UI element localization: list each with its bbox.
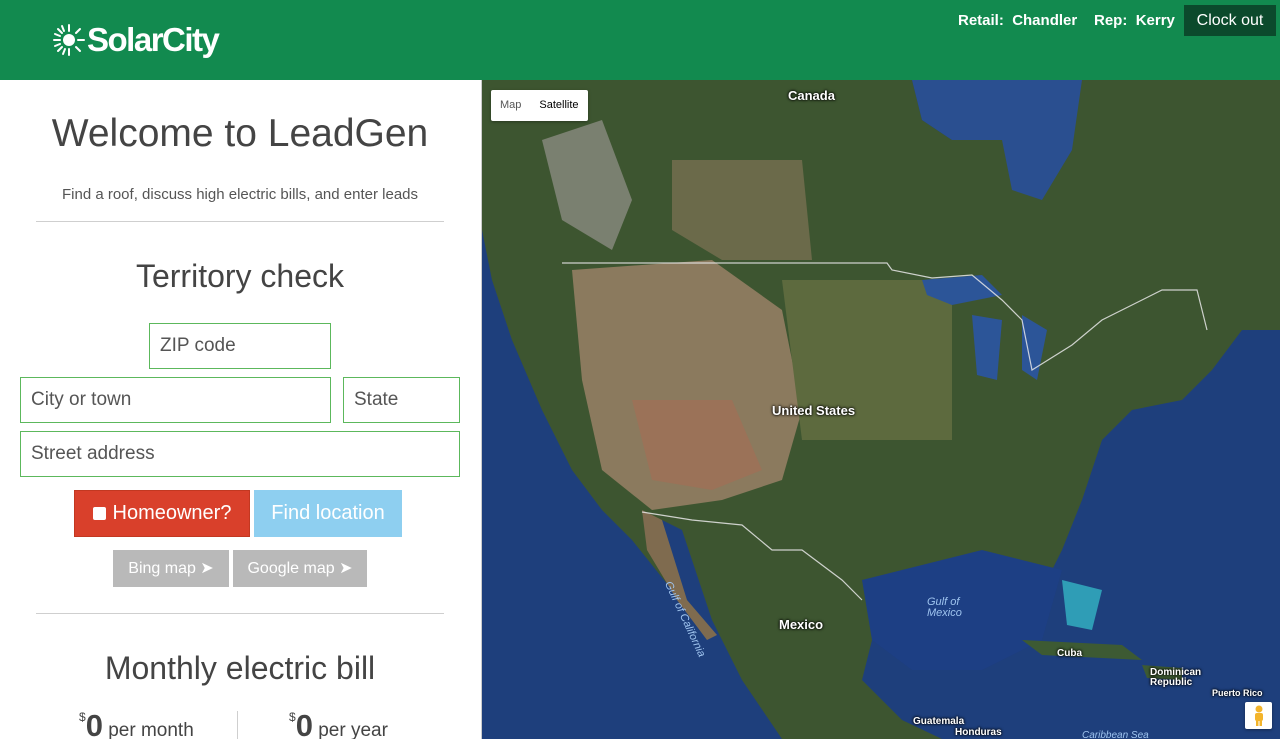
map-label-caribbean-sea: Caribbean Sea <box>1082 730 1149 739</box>
zip-code-input[interactable] <box>149 323 331 369</box>
map-label-canada: Canada <box>788 88 835 103</box>
per-month-amount: 0 <box>85 708 103 739</box>
state-input[interactable] <box>343 377 460 423</box>
map-label-cuba: Cuba <box>1057 648 1082 659</box>
sun-logo-icon <box>53 24 85 56</box>
retail-info: Retail: Chandler <box>958 12 1077 30</box>
rep-label: Rep: <box>1094 12 1128 29</box>
rep-value: Kerry <box>1135 12 1175 29</box>
per-year-label: per year <box>318 720 388 739</box>
map-label-honduras: Honduras <box>955 727 1002 738</box>
bill-separator <box>237 711 238 739</box>
currency-symbol: $ <box>79 710 86 724</box>
retail-value: Chandler <box>1012 12 1078 29</box>
currency-symbol: $ <box>289 710 296 724</box>
map-type-toggle[interactable]: Map Satellite <box>491 90 588 121</box>
per-year-value: $0 per year <box>289 708 388 739</box>
clock-out-button[interactable]: Clock out <box>1184 5 1276 36</box>
find-location-button[interactable]: Find location <box>254 490 402 537</box>
map-imagery <box>482 80 1280 739</box>
monthly-bill-title: Monthly electric bill <box>104 650 376 686</box>
per-month-value: $0 per month <box>79 708 194 739</box>
homeowner-checkbox[interactable] <box>92 507 106 520</box>
retail-label: Retail: <box>958 12 1004 29</box>
per-year-amount: 0 <box>295 708 313 739</box>
lead-form-panel: Welcome to LeadGen Find a roof, discuss … <box>0 80 480 739</box>
dominican-line2: Republic <box>1150 677 1193 688</box>
rep-info: Rep: Kerry <box>1094 12 1175 30</box>
map-view-button[interactable]: Map <box>491 90 530 121</box>
map-label-puerto-rico: Puerto Rico <box>1212 688 1263 698</box>
tagline: Find a roof, discuss high electric bills… <box>61 186 418 203</box>
map-label-dominican-republic: Dominican Republic <box>1150 668 1201 688</box>
pegman-icon <box>1254 705 1263 726</box>
gulf-of-mexico-line2: Mexico <box>927 607 962 619</box>
map-label-mexico: Mexico <box>779 617 824 632</box>
map-label-gulf-of-mexico: Gulf of Mexico <box>927 597 962 619</box>
top-bar: SolarCity Retail: Chandler Rep: Kerry Cl… <box>0 0 1280 80</box>
satellite-map[interactable]: Map Satellite Canada United States Mexic… <box>481 80 1280 739</box>
divider <box>36 613 444 614</box>
bing-map-button[interactable]: Bing map ➤ <box>113 550 229 587</box>
map-label-united-states: United States <box>772 403 856 418</box>
homeowner-toggle-button[interactable]: Homeowner? <box>74 490 250 537</box>
page-title: Welcome to LeadGen <box>51 112 429 155</box>
logo-text: SolarCity <box>87 21 220 58</box>
map-label-guatemala: Guatemala <box>913 716 965 727</box>
google-map-button[interactable]: Google map ➤ <box>233 550 367 587</box>
divider <box>36 221 444 222</box>
territory-check-title: Territory check <box>135 258 345 294</box>
city-input[interactable] <box>20 377 331 423</box>
street-address-input[interactable] <box>20 431 460 477</box>
per-month-label: per month <box>108 720 194 739</box>
solarcity-logo[interactable]: SolarCity <box>52 18 220 62</box>
pegman-button[interactable] <box>1245 702 1272 729</box>
homeowner-label: Homeowner? <box>112 502 232 524</box>
satellite-view-button[interactable]: Satellite <box>530 90 587 121</box>
